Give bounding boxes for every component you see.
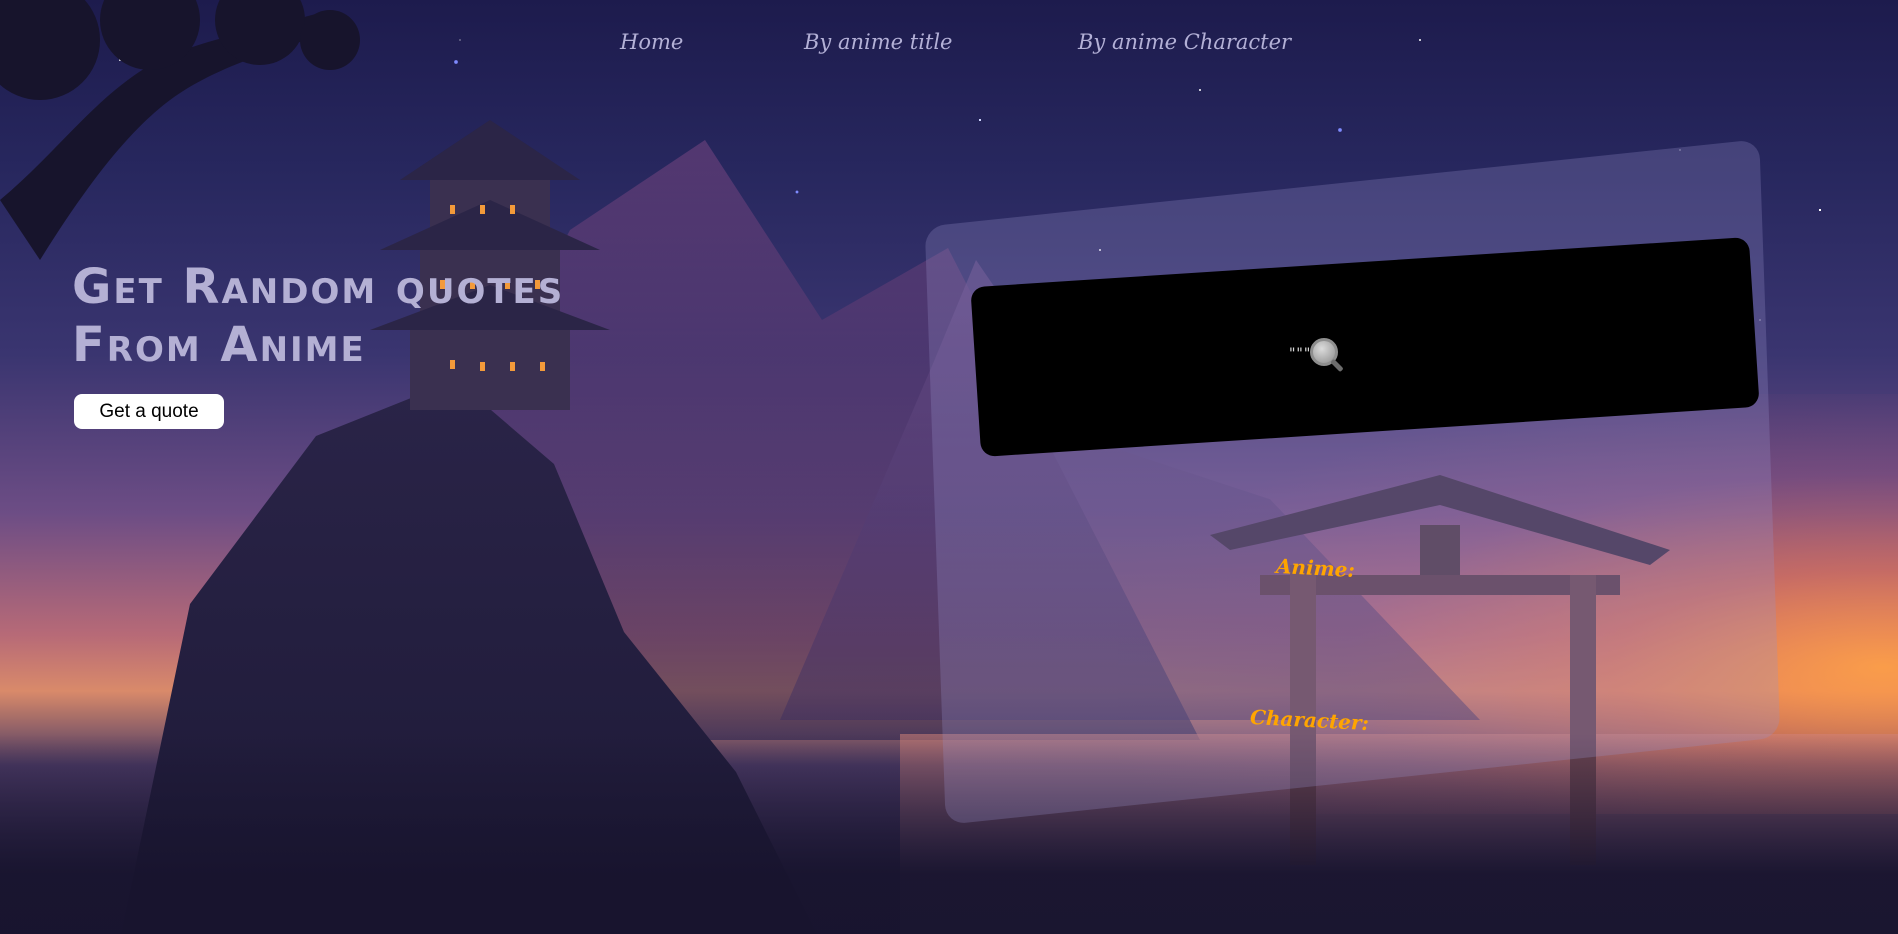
get-quote-button[interactable]: Get a quote xyxy=(74,394,224,429)
nav-home-link[interactable]: Home xyxy=(620,30,683,54)
hero-title-line-1: Get Random quotes xyxy=(72,259,565,315)
top-navigation: Home By anime title By anime Character xyxy=(0,30,1898,60)
anime-label: Anime: xyxy=(1275,553,1356,583)
magnifier-loading-icon: """ xyxy=(1286,334,1348,374)
nav-by-anime-character-link[interactable]: By anime Character xyxy=(1078,30,1291,54)
motion-lines-icon: """ xyxy=(1288,346,1311,362)
magnifier-handle-icon xyxy=(1330,358,1344,373)
nav-by-anime-title-link[interactable]: By anime title xyxy=(804,30,953,54)
hero-title-line-2: From Anime xyxy=(72,317,366,373)
hero-title: Get Random quotes From Anime xyxy=(72,258,712,374)
